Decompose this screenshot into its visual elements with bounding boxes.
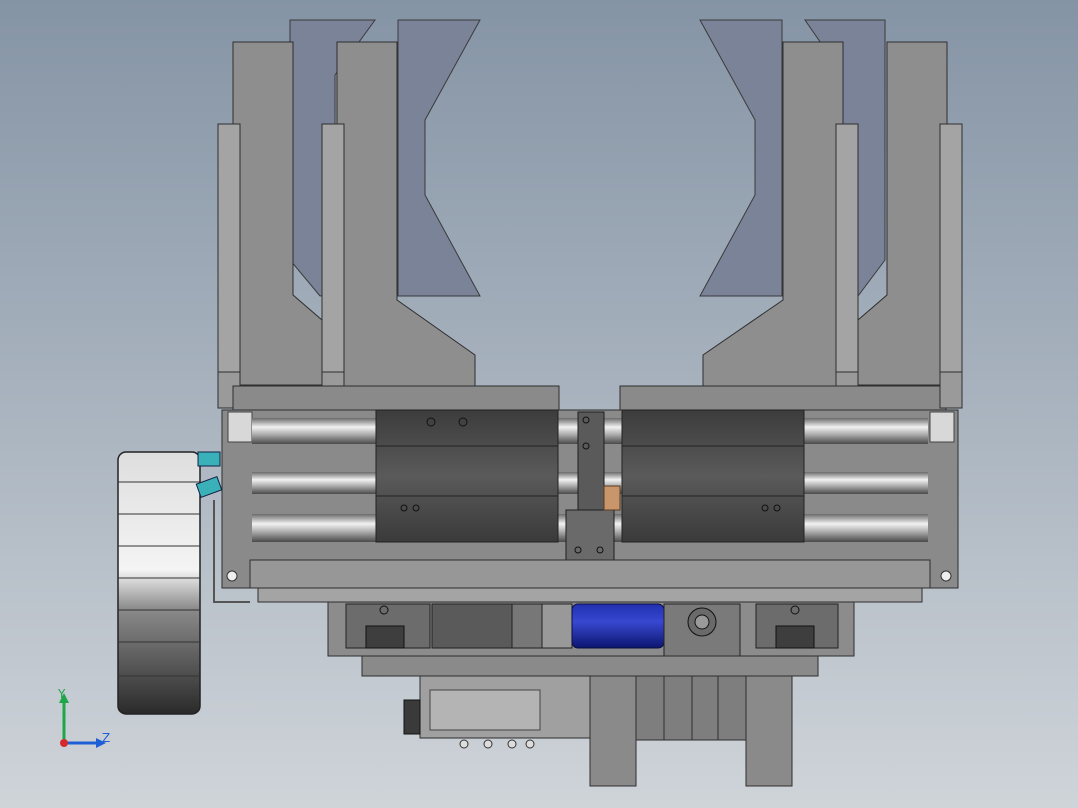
- y-axis-label: Y: [58, 687, 66, 701]
- slider-block-right: [621, 409, 805, 543]
- lower-drive-assembly: [327, 601, 855, 677]
- z-axis-label: Z: [102, 731, 111, 745]
- axis-triad: Y Z: [50, 685, 130, 755]
- graphics-viewport[interactable]: Y Z: [0, 0, 1078, 808]
- cad-model-gripper-assembly[interactable]: [0, 0, 1078, 808]
- lower-body: [403, 675, 793, 787]
- x-axis-dot: [60, 739, 68, 747]
- base-plates: [226, 559, 952, 603]
- slider-block-left: [375, 409, 559, 543]
